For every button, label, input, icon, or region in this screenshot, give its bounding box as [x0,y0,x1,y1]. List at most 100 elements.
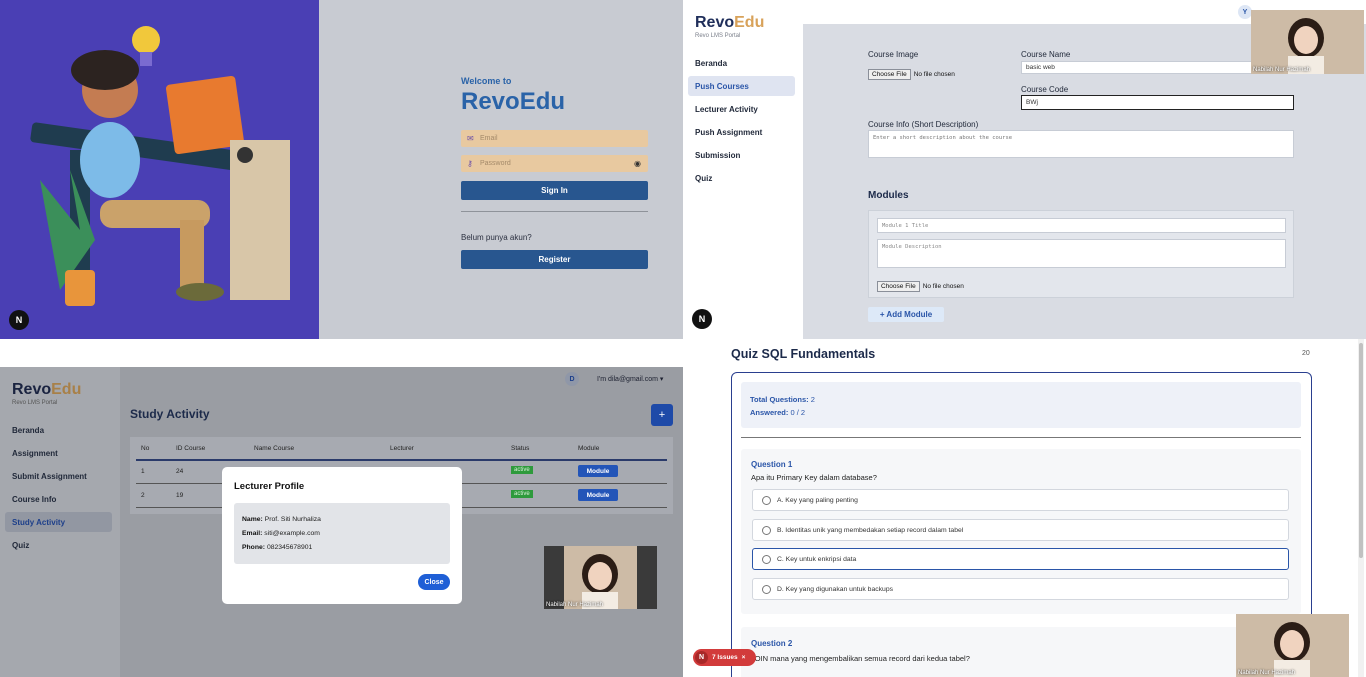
email-placeholder: Email [480,135,498,142]
quiz-title: Quiz SQL Fundamentals [731,347,876,361]
next-dev-badge[interactable]: N [692,309,712,329]
course-name-input[interactable]: basic web [1021,61,1253,74]
lecturer-profile-modal: Lecturer Profile Name: Prof. Siti Nurhal… [222,467,462,604]
module-button[interactable]: Module [578,489,618,501]
participant-video [1236,614,1349,677]
choose-file-button[interactable]: Choose File [877,281,920,292]
login-illustration [0,0,319,339]
sidebar-item-push-assignment[interactable]: Push Assignment [688,122,795,142]
sidebar-item-submit-assignment[interactable]: Submit Assignment [5,466,112,486]
key-icon: ⚷ [467,159,473,168]
question-heading: Question 1 [751,460,793,469]
no-file-text: No file chosen [922,283,964,290]
module-card: Module 1 Title Module Description Choose… [868,210,1294,298]
module-title-input[interactable]: Module 1 Title [877,218,1286,233]
status-badge: active [511,466,533,474]
choose-file-button[interactable]: Choose File [868,69,911,80]
video-tile: Nabilah Nur Hazimah [1236,614,1349,677]
course-info-label: Course Info (Short Description) [868,120,979,129]
question-text: JOIN mana yang mengembalikan semua recor… [751,654,970,663]
close-icon[interactable]: × [742,654,746,661]
column-header: No [141,445,150,452]
question-heading: Question 2 [751,639,793,648]
illustration-image [30,26,290,306]
course-image-input[interactable]: Choose File No file chosen [868,63,955,81]
eye-off-icon[interactable]: ◉ [634,159,641,168]
next-dev-badge[interactable]: N [9,310,29,330]
sidebar-item-quiz[interactable]: Quiz [688,168,795,188]
email-field[interactable]: ✉ Email [461,130,648,147]
sidebar-item-assignment[interactable]: Assignment [5,443,112,463]
brand-subtitle: Revo LMS Portal [695,33,741,39]
option-c[interactable]: C. Key untuk enkripsi data [752,548,1289,570]
option-d[interactable]: D. Key yang digunakan untuk backups [752,578,1289,600]
course-code-label: Course Code [1021,85,1069,94]
video-tile: Nabilah Nur Hazimah [544,546,657,609]
sidebar-item-lecturer-activity[interactable]: Lecturer Activity [688,99,795,119]
question-1: Question 1 Apa itu Primary Key dalam dat… [741,449,1301,614]
radio-icon[interactable] [762,525,771,535]
sidebar: RevoEdu Revo LMS Portal Beranda Assignme… [0,367,120,677]
video-tile: Nabilah Nur Hazimah [1251,10,1364,74]
option-b[interactable]: B. Identitas unik yang membedakan setiap… [752,519,1289,541]
next-dev-badge[interactable]: N [695,651,708,664]
avatar[interactable]: Y [1238,5,1252,19]
divider [741,437,1301,438]
lecturer-info: Name: Prof. Siti Nurhaliza Email: siti@e… [234,503,450,564]
answered-count: Answered: 0 / 2 [750,408,806,417]
sidebar-item-study-activity[interactable]: Study Activity [5,512,112,532]
sidebar-item-submission[interactable]: Submission [688,145,795,165]
module-button[interactable]: Module [578,465,618,477]
participant-name: Nabilah Nur Hazimah [546,602,604,608]
sidebar-item-push-courses[interactable]: Push Courses [688,76,795,96]
course-name-label: Course Name [1021,50,1071,59]
radio-icon[interactable] [762,495,771,505]
modules-title: Modules [868,190,909,201]
column-header: Lecturer [390,445,414,452]
no-file-text: No file chosen [913,71,955,78]
sidebar-item-course-info[interactable]: Course Info [5,489,112,509]
status-badge: active [511,490,533,498]
scrollbar[interactable] [1358,339,1364,677]
sidebar-item-beranda[interactable]: Beranda [5,420,112,440]
column-header: Module [578,445,600,452]
password-field[interactable]: ⚷ Password ◉ [461,155,648,172]
issues-badge[interactable]: N 7 Issues × [693,649,756,666]
option-a[interactable]: A. Key yang paling penting [752,489,1289,511]
column-header: Name Course [254,445,295,452]
sidebar-nav: Beranda Assignment Submit Assignment Cou… [5,417,112,555]
sign-in-button[interactable]: Sign In [461,181,648,200]
radio-icon[interactable] [762,554,771,564]
course-code-input[interactable]: BWj [1021,95,1294,110]
welcome-text: Welcome to [461,76,512,86]
register-button[interactable]: Register [461,250,648,269]
quiz-panel: Quiz SQL Fundamentals 20 Total Questions… [683,339,1366,677]
participant-video [544,546,657,609]
scrollbar-thumb[interactable] [1359,343,1363,558]
module-file-input[interactable]: Choose File No file chosen [877,275,964,293]
module-description-textarea[interactable]: Module Description [877,239,1286,268]
participant-video [1251,10,1364,74]
sidebar: RevoEdu Revo LMS Portal Beranda Push Cou… [683,0,803,339]
course-info-textarea[interactable]: Enter a short description about the cour… [868,130,1294,158]
mail-icon: ✉ [467,134,474,143]
column-header: ID Course [176,445,206,452]
login-brand: RevoEdu [461,88,566,115]
user-menu[interactable]: I'm dila@gmail.com ▾ [597,375,663,383]
quiz-card: Total Questions: 2 Answered: 0 / 2 Quest… [731,372,1312,677]
radio-icon[interactable] [762,584,771,594]
login-form: Welcome to RevoEdu ✉ Email ⚷ Password ◉ … [461,76,648,269]
add-button[interactable]: + [651,404,673,426]
sidebar-nav: Beranda Push Courses Lecturer Activity P… [688,50,795,188]
question-text: Apa itu Primary Key dalam database? [751,473,877,482]
avatar[interactable]: D [565,372,579,386]
divider [461,211,648,212]
column-header: Status [511,445,530,452]
sidebar-item-quiz[interactable]: Quiz [5,535,112,555]
add-module-button[interactable]: + Add Module [868,307,944,322]
study-activity-panel: RevoEdu Revo LMS Portal Beranda Assignme… [0,367,683,677]
quiz-summary: Total Questions: 2 Answered: 0 / 2 [741,382,1301,428]
brand-logo: RevoEdu [695,14,765,31]
close-button[interactable]: Close [418,574,450,590]
sidebar-item-beranda[interactable]: Beranda [688,53,795,73]
